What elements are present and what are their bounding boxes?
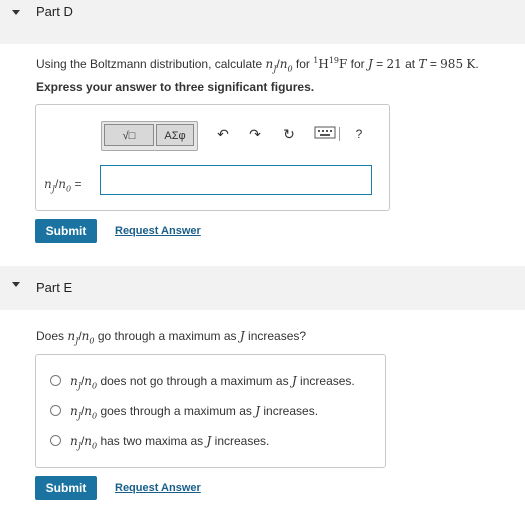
symbols-button[interactable]: ΑΣφ	[156, 124, 194, 146]
part-d-question: Using the Boltzmann distribution, calcul…	[36, 56, 479, 74]
answer-box: √□ ΑΣφ ↶ ↷ ↻ ? nJ/n0 =	[35, 104, 390, 211]
part-d-header[interactable]: Part D	[0, 0, 525, 44]
toolbar-divider	[339, 127, 340, 141]
templates-button[interactable]: √□	[104, 124, 154, 146]
help-icon[interactable]: ?	[350, 125, 368, 143]
answer-input[interactable]	[100, 165, 372, 195]
collapse-triangle-icon[interactable]	[12, 282, 20, 287]
radio-button[interactable]	[50, 405, 61, 416]
part-d-submit-button[interactable]: Submit	[35, 219, 97, 243]
math-toolbar: √□ ΑΣφ	[101, 121, 198, 151]
part-d-instruction: Express your answer to three significant…	[36, 80, 315, 94]
part-d-request-answer-link[interactable]: Request Answer	[115, 225, 201, 237]
collapse-triangle-icon[interactable]	[12, 10, 20, 15]
choices-box: nJ/n0 does not go through a maximum as J…	[35, 354, 386, 468]
reset-icon[interactable]: ↻	[280, 125, 298, 143]
part-e-question: Does nJ/n0 go through a maximum as J inc…	[36, 329, 307, 346]
redo-icon[interactable]: ↷	[246, 125, 264, 143]
keyboard-icon[interactable]	[314, 125, 336, 143]
part-e-submit-button[interactable]: Submit	[35, 476, 97, 500]
radio-button[interactable]	[50, 375, 61, 386]
radio-button[interactable]	[50, 435, 61, 446]
part-e-title: Part E	[36, 280, 73, 295]
input-label: nJ/n0 =	[44, 177, 82, 194]
part-d-title: Part D	[36, 4, 73, 19]
part-e-header[interactable]: Part E	[0, 266, 525, 310]
part-e-request-answer-link[interactable]: Request Answer	[115, 482, 201, 494]
undo-icon[interactable]: ↶	[214, 125, 232, 143]
